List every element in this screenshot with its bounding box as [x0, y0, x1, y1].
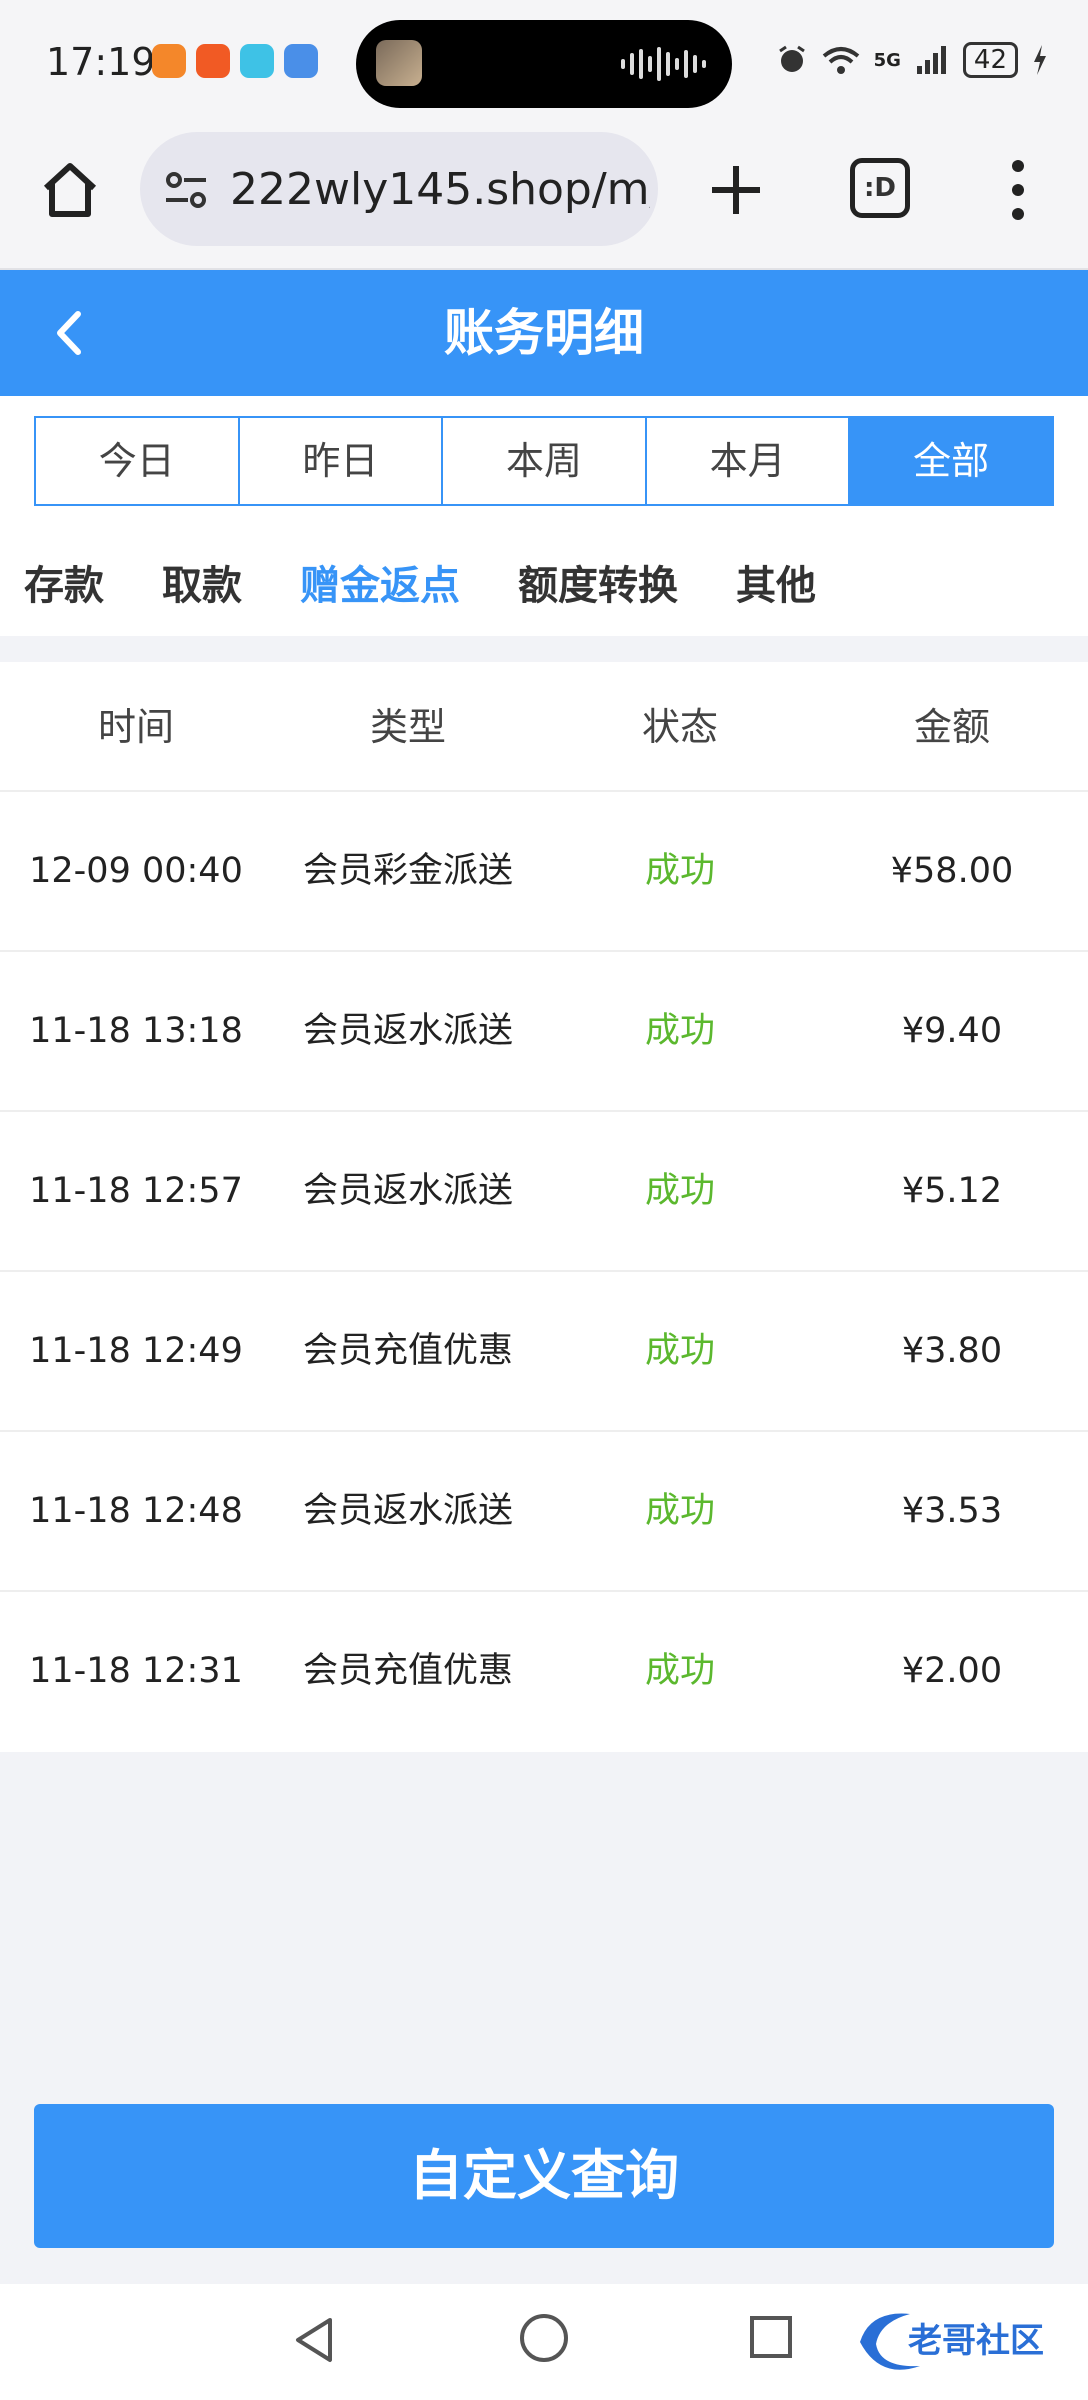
home-icon[interactable]: [38, 158, 102, 222]
tab-credit-transfer[interactable]: 额度转换: [518, 556, 678, 616]
cell-amount: ¥3.53: [901, 1491, 1003, 1531]
tab-bonus-rebate[interactable]: 赠金返点: [300, 556, 460, 616]
app-notification-icon: [284, 44, 318, 78]
cell-type: 会员返水派送: [302, 1491, 513, 1531]
tab-yesterday[interactable]: 昨日: [239, 418, 444, 504]
cell-type: 会员返水派送: [302, 1011, 513, 1051]
column-header-time: 时间: [97, 705, 174, 749]
tab-today[interactable]: 今日: [36, 418, 240, 504]
charging-icon: [1034, 45, 1046, 75]
table-row[interactable]: 11-18 12:49 会员充值优惠 成功 ¥3.80: [0, 1272, 1088, 1432]
cell-status: 成功: [644, 1171, 715, 1211]
cell-status: 成功: [644, 1491, 715, 1531]
cell-status: 成功: [644, 851, 715, 891]
table-row[interactable]: 11-18 12:57 会员返水派送 成功 ¥5.12: [0, 1112, 1088, 1272]
media-thumbnail: [376, 40, 422, 86]
tab-switcher-icon[interactable]: :D: [850, 158, 910, 218]
tab-other[interactable]: 其他: [736, 556, 816, 616]
cell-time: 11-18 12:48: [29, 1491, 243, 1531]
audio-wave-icon: [621, 46, 706, 82]
cell-status: 成功: [644, 1331, 715, 1371]
site-settings-icon[interactable]: [162, 166, 210, 214]
system-status-icons: 5G 42: [776, 42, 1048, 78]
alarm-icon: [778, 45, 805, 72]
filter-section: 今日 昨日 本周 本月 全部 存款 取款 赠金返点 额度转换 其他: [0, 396, 1088, 636]
table-row[interactable]: 11-18 13:18 会员返水派送 成功 ¥9.40: [0, 952, 1088, 1112]
cell-amount: ¥3.80: [901, 1331, 1003, 1371]
cell-type: 会员彩金派送: [302, 851, 513, 891]
system-nav-bar: 老哥社区: [0, 2284, 1088, 2400]
watermark-logo: 老哥社区: [860, 2313, 1044, 2370]
page-title: 账务明细: [444, 304, 644, 362]
tab-withdraw[interactable]: 取款: [162, 556, 242, 616]
cell-status: 成功: [644, 1011, 715, 1051]
notification-app-icons: [152, 44, 318, 78]
table-row[interactable]: 11-18 12:48 会员返水派送 成功 ¥3.53: [0, 1432, 1088, 1592]
dynamic-island[interactable]: [356, 20, 732, 108]
app-notification-icon: [152, 44, 186, 78]
cell-amount: ¥2.00: [901, 1651, 1003, 1691]
battery-icon: 42: [962, 42, 1018, 78]
cell-time: 12-09 00:40: [29, 851, 243, 891]
tab-all[interactable]: 全部: [850, 418, 1052, 504]
period-tabs: 今日 昨日 本周 本月 全部: [34, 416, 1054, 506]
cell-amount: ¥9.40: [901, 1011, 1003, 1051]
custom-query-button[interactable]: 自定义查询: [34, 2104, 1054, 2248]
nav-recents-icon[interactable]: [750, 2316, 792, 2358]
app-notification-icon: [240, 44, 274, 78]
cell-time: 11-18 12:57: [29, 1171, 243, 1211]
cell-time: 11-18 13:18: [29, 1011, 243, 1051]
tab-deposit[interactable]: 存款: [24, 556, 104, 616]
nav-home-icon[interactable]: [520, 2314, 568, 2362]
column-header-type: 类型: [369, 705, 446, 749]
column-header-status: 状态: [641, 705, 718, 749]
table-header: 时间 类型 状态 金额: [0, 662, 1088, 792]
page-header: 账务明细: [0, 270, 1088, 396]
wifi-icon: [822, 47, 859, 74]
cell-time: 11-18 12:49: [29, 1331, 243, 1371]
cell-amount: ¥58.00: [890, 851, 1014, 891]
network-type: 5G: [873, 49, 901, 71]
more-menu-icon[interactable]: [1006, 158, 1030, 222]
column-header-amount: 金额: [913, 705, 990, 749]
chevron-left-icon[interactable]: [44, 308, 94, 358]
new-tab-icon[interactable]: [708, 162, 764, 218]
status-time: 17:19: [46, 40, 156, 84]
type-tabs: 存款 取款 赠金返点 额度转换 其他: [24, 556, 874, 616]
cell-time: 11-18 12:31: [29, 1651, 243, 1691]
tab-this-week[interactable]: 本周: [443, 418, 647, 504]
transactions-table: 时间 类型 状态 金额 12-09 00:40 会员彩金派送 成功 ¥58.00…: [0, 662, 1088, 1752]
cell-type: 会员返水派送: [302, 1171, 513, 1211]
table-row[interactable]: 11-18 12:31 会员充值优惠 成功 ¥2.00: [0, 1592, 1088, 1752]
cell-amount: ¥5.12: [901, 1171, 1003, 1211]
signal-icon: [916, 46, 946, 74]
url-text[interactable]: 222wly145.shop/m/#: [230, 164, 650, 215]
status-bar: 17:19 5G 42: [0, 0, 1088, 128]
tab-this-month[interactable]: 本月: [646, 418, 851, 504]
cell-status: 成功: [644, 1651, 715, 1691]
nav-back-icon[interactable]: [290, 2314, 342, 2366]
cell-type: 会员充值优惠: [302, 1331, 513, 1371]
table-row[interactable]: 12-09 00:40 会员彩金派送 成功 ¥58.00: [0, 792, 1088, 952]
address-bar[interactable]: 222wly145.shop/m/#: [140, 132, 658, 246]
browser-toolbar: 222wly145.shop/m/# :D: [0, 128, 1088, 270]
app-notification-icon: [196, 44, 230, 78]
svg-text:老哥社区: 老哥社区: [908, 2321, 1044, 2361]
cell-type: 会员充值优惠: [302, 1651, 513, 1691]
